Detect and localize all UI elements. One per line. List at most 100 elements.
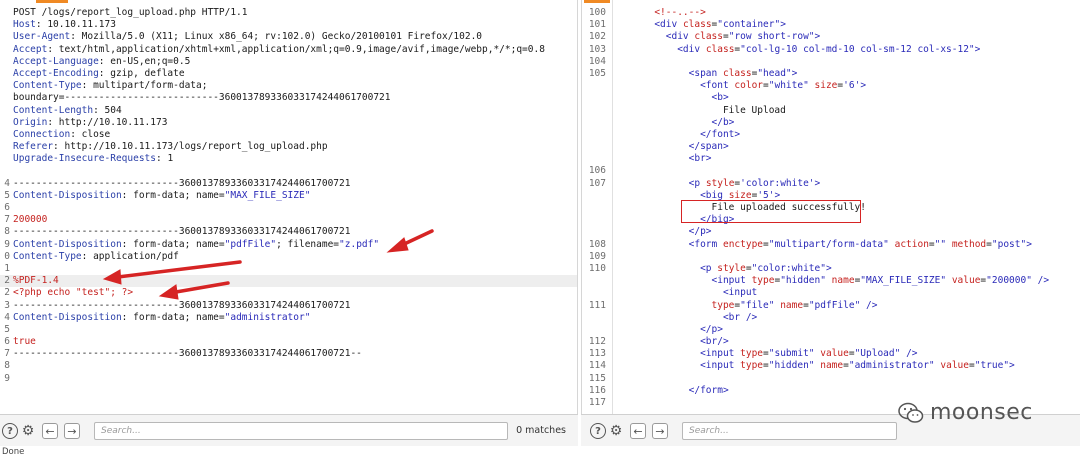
- line-text: <br/>: [700, 336, 729, 348]
- request-line: 6 true: [0, 336, 577, 348]
- request-line: 8 -----------------------------3600137893…: [0, 226, 577, 238]
- line-number: 105: [588, 67, 606, 79]
- previous-arrow-icon[interactable]: ←: [42, 423, 58, 439]
- help-icon[interactable]: ?: [2, 423, 18, 439]
- line-text: <!--..-->: [654, 7, 706, 18]
- line-number: 115: [588, 372, 606, 384]
- request-line: 8: [0, 360, 577, 372]
- request-line: 1: [0, 263, 577, 275]
- line-number: 114: [588, 360, 606, 372]
- request-line: 6: [0, 202, 577, 214]
- request-line: boundary=---------------------------3600…: [0, 92, 577, 104]
- active-tab-indicator-response: [584, 0, 610, 3]
- next-arrow-icon[interactable]: →: [64, 423, 80, 439]
- line-text: -----------------------------36001378933…: [13, 177, 351, 189]
- line-text: -----------------------------36001378933…: [13, 348, 362, 360]
- line-text: </b>: [711, 116, 735, 128]
- line-text: <div class="col-lg-10 col-md-10 col-sm-1…: [677, 43, 981, 55]
- response-line: 104: [582, 56, 1080, 68]
- line-text: 200000: [13, 214, 48, 226]
- line-text: Content-Length: 504: [13, 104, 122, 116]
- line-text: Accept-Encoding: gzip, deflate: [13, 67, 185, 79]
- response-line: <br>: [582, 153, 1080, 165]
- line-number: 111: [588, 299, 606, 311]
- line-text: Accept: text/html,application/xhtml+xml,…: [13, 43, 545, 55]
- response-line: 107 <p style='color:white'>: [582, 178, 1080, 190]
- line-text: Connection: close: [13, 128, 111, 140]
- line-number: 112: [588, 336, 606, 348]
- line-text: <span class="head">: [688, 67, 798, 79]
- request-search-input[interactable]: Search...: [94, 422, 508, 440]
- line-number: 103: [588, 43, 606, 55]
- line-number: 6: [4, 202, 10, 213]
- request-line: 4 Content-Disposition: form-data; name="a…: [0, 312, 577, 324]
- line-number: 110: [588, 262, 606, 274]
- response-line: </b>: [582, 117, 1080, 129]
- line-text: POST /logs/report_log_upload.php HTTP/1.…: [13, 7, 248, 18]
- response-line: </span>: [582, 141, 1080, 153]
- line-text: <?php echo "test"; ?>: [13, 287, 134, 299]
- response-line: </font>: [582, 129, 1080, 141]
- line-text: <input type="hidden" name="MAX_FILE_SIZE…: [711, 275, 1050, 287]
- line-text: </p>: [700, 323, 723, 335]
- request-line: Content-Type: multipart/form-data;: [0, 80, 577, 92]
- line-number: 116: [588, 384, 606, 396]
- line-text: <form enctype="multipart/form-data" acti…: [688, 238, 1032, 250]
- line-number: 107: [588, 177, 606, 189]
- line-number: 6: [4, 336, 10, 348]
- request-line: 5: [0, 324, 577, 336]
- request-line: Accept-Encoding: gzip, deflate: [0, 68, 577, 80]
- response-line: 113 <input type="submit" value="Upload" …: [582, 348, 1080, 360]
- request-line: Accept-Language: en-US,en;q=0.5: [0, 56, 577, 68]
- help-icon[interactable]: ?: [590, 423, 606, 439]
- previous-arrow-icon[interactable]: ←: [630, 423, 646, 439]
- response-search-input[interactable]: Search...: [682, 422, 897, 440]
- line-number: 106: [588, 165, 606, 177]
- response-line: 108 <form enctype="multipart/form-data" …: [582, 239, 1080, 251]
- response-line: 114 <input type="hidden" name="administr…: [582, 360, 1080, 372]
- settings-icon[interactable]: ⚙: [20, 423, 36, 439]
- response-line: <font color="white" size='6'>: [582, 80, 1080, 92]
- line-number: 9: [4, 238, 10, 250]
- watermark-text: moonsec: [930, 400, 1033, 425]
- line-number: 5: [4, 189, 10, 201]
- active-tab-indicator: [36, 0, 68, 3]
- request-line: 3 -----------------------------3600137893…: [0, 300, 577, 312]
- line-text: Content-Type: multipart/form-data;: [13, 80, 208, 92]
- line-text: Accept-Language: en-US,en;q=0.5: [13, 55, 191, 67]
- settings-icon[interactable]: ⚙: [608, 423, 624, 439]
- line-text: %PDF-1.4: [13, 275, 59, 287]
- wechat-icon: [898, 402, 924, 423]
- success-message-highlight: [681, 200, 861, 223]
- line-text: <div class="container">: [654, 19, 786, 31]
- line-text: <p style='color:white'>: [688, 177, 821, 189]
- line-text: Content-Disposition: form-data; name="pd…: [13, 238, 380, 250]
- request-line: Origin: http://10.10.11.173: [0, 117, 577, 129]
- line-text: Referer: http://10.10.11.173/logs/report…: [13, 141, 328, 153]
- gutter-separator: [612, 0, 613, 414]
- response-line: 100 <!--..-->: [582, 7, 1080, 19]
- line-number: 3: [4, 299, 10, 311]
- line-number: 2: [4, 275, 10, 287]
- request-line: 9 Content-Disposition: form-data; name="p…: [0, 239, 577, 251]
- line-text: <br />: [722, 311, 758, 323]
- response-line: <b>: [582, 92, 1080, 104]
- next-arrow-icon[interactable]: →: [652, 423, 668, 439]
- line-number: 8: [4, 360, 10, 372]
- request-editor[interactable]: POST /logs/report_log_upload.php HTTP/1.…: [0, 0, 578, 414]
- line-number: 7: [4, 214, 10, 226]
- line-text: -----------------------------36001378933…: [13, 226, 351, 238]
- response-line: File Upload: [582, 105, 1080, 117]
- line-text: true: [13, 336, 36, 348]
- response-line: 116 </form>: [582, 385, 1080, 397]
- response-line: 103 <div class="col-lg-10 col-md-10 col-…: [582, 44, 1080, 56]
- line-number: 2: [4, 287, 10, 299]
- line-text: Content-Disposition: form-data; name="ad…: [13, 311, 311, 323]
- response-line: 105 <span class="head">: [582, 68, 1080, 80]
- line-number: 113: [588, 348, 606, 360]
- response-line: </p>: [582, 226, 1080, 238]
- line-number: 0: [4, 250, 10, 262]
- line-text: <br>: [688, 153, 712, 165]
- request-line: POST /logs/report_log_upload.php HTTP/1.…: [0, 7, 577, 19]
- request-line: 4 -----------------------------3600137893…: [0, 178, 577, 190]
